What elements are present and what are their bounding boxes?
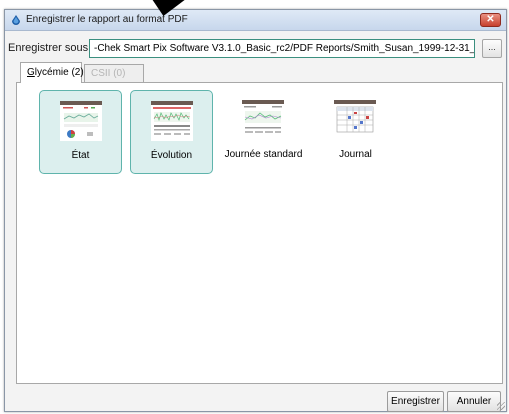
save-button[interactable]: Enregistrer — [387, 391, 444, 412]
evolution-report-thumbnail-icon — [151, 101, 193, 141]
close-icon: ✕ — [486, 14, 495, 25]
save-as-path-field[interactable]: -Chek Smart Pix Software V3.1.0_Basic_rc… — [89, 39, 475, 58]
save-report-dialog: Enregistrer le rapport au format PDF ✕ E… — [4, 9, 507, 412]
title-bar: Enregistrer le rapport au format PDF ✕ — [5, 10, 506, 31]
tab-glycemie[interactable]: Glycémie (2) — [20, 62, 84, 83]
report-label-journal: Journal — [339, 149, 372, 160]
cancel-button[interactable]: Annuler — [447, 391, 501, 412]
etat-report-thumbnail-icon — [60, 101, 102, 141]
tab-mnemonic: G — [27, 67, 35, 78]
report-etat[interactable]: État — [39, 90, 122, 174]
standard-day-report-thumbnail-icon — [242, 100, 284, 140]
report-journal[interactable]: Journal — [314, 90, 397, 174]
save-as-label: Enregistrer sous : — [8, 42, 95, 54]
tab-csii[interactable]: CSII (0) — [84, 64, 144, 82]
resize-grip-icon[interactable] — [497, 402, 505, 410]
close-button[interactable]: ✕ — [480, 13, 501, 27]
save-as-row: Enregistrer sous : -Chek Smart Pix Softw… — [5, 38, 506, 60]
journal-report-thumbnail-icon — [334, 100, 376, 140]
app-drop-icon — [12, 15, 20, 25]
browse-button[interactable]: ... — [482, 39, 502, 58]
report-selection-panel: État Évolution Journée standard Journal — [16, 82, 503, 384]
report-journee-standard[interactable]: Journée standard — [222, 90, 305, 174]
tab-label: lycémie (2) — [34, 67, 84, 78]
mouse-pointer-arrow — [147, 0, 185, 16]
report-evolution[interactable]: Évolution — [130, 90, 213, 174]
